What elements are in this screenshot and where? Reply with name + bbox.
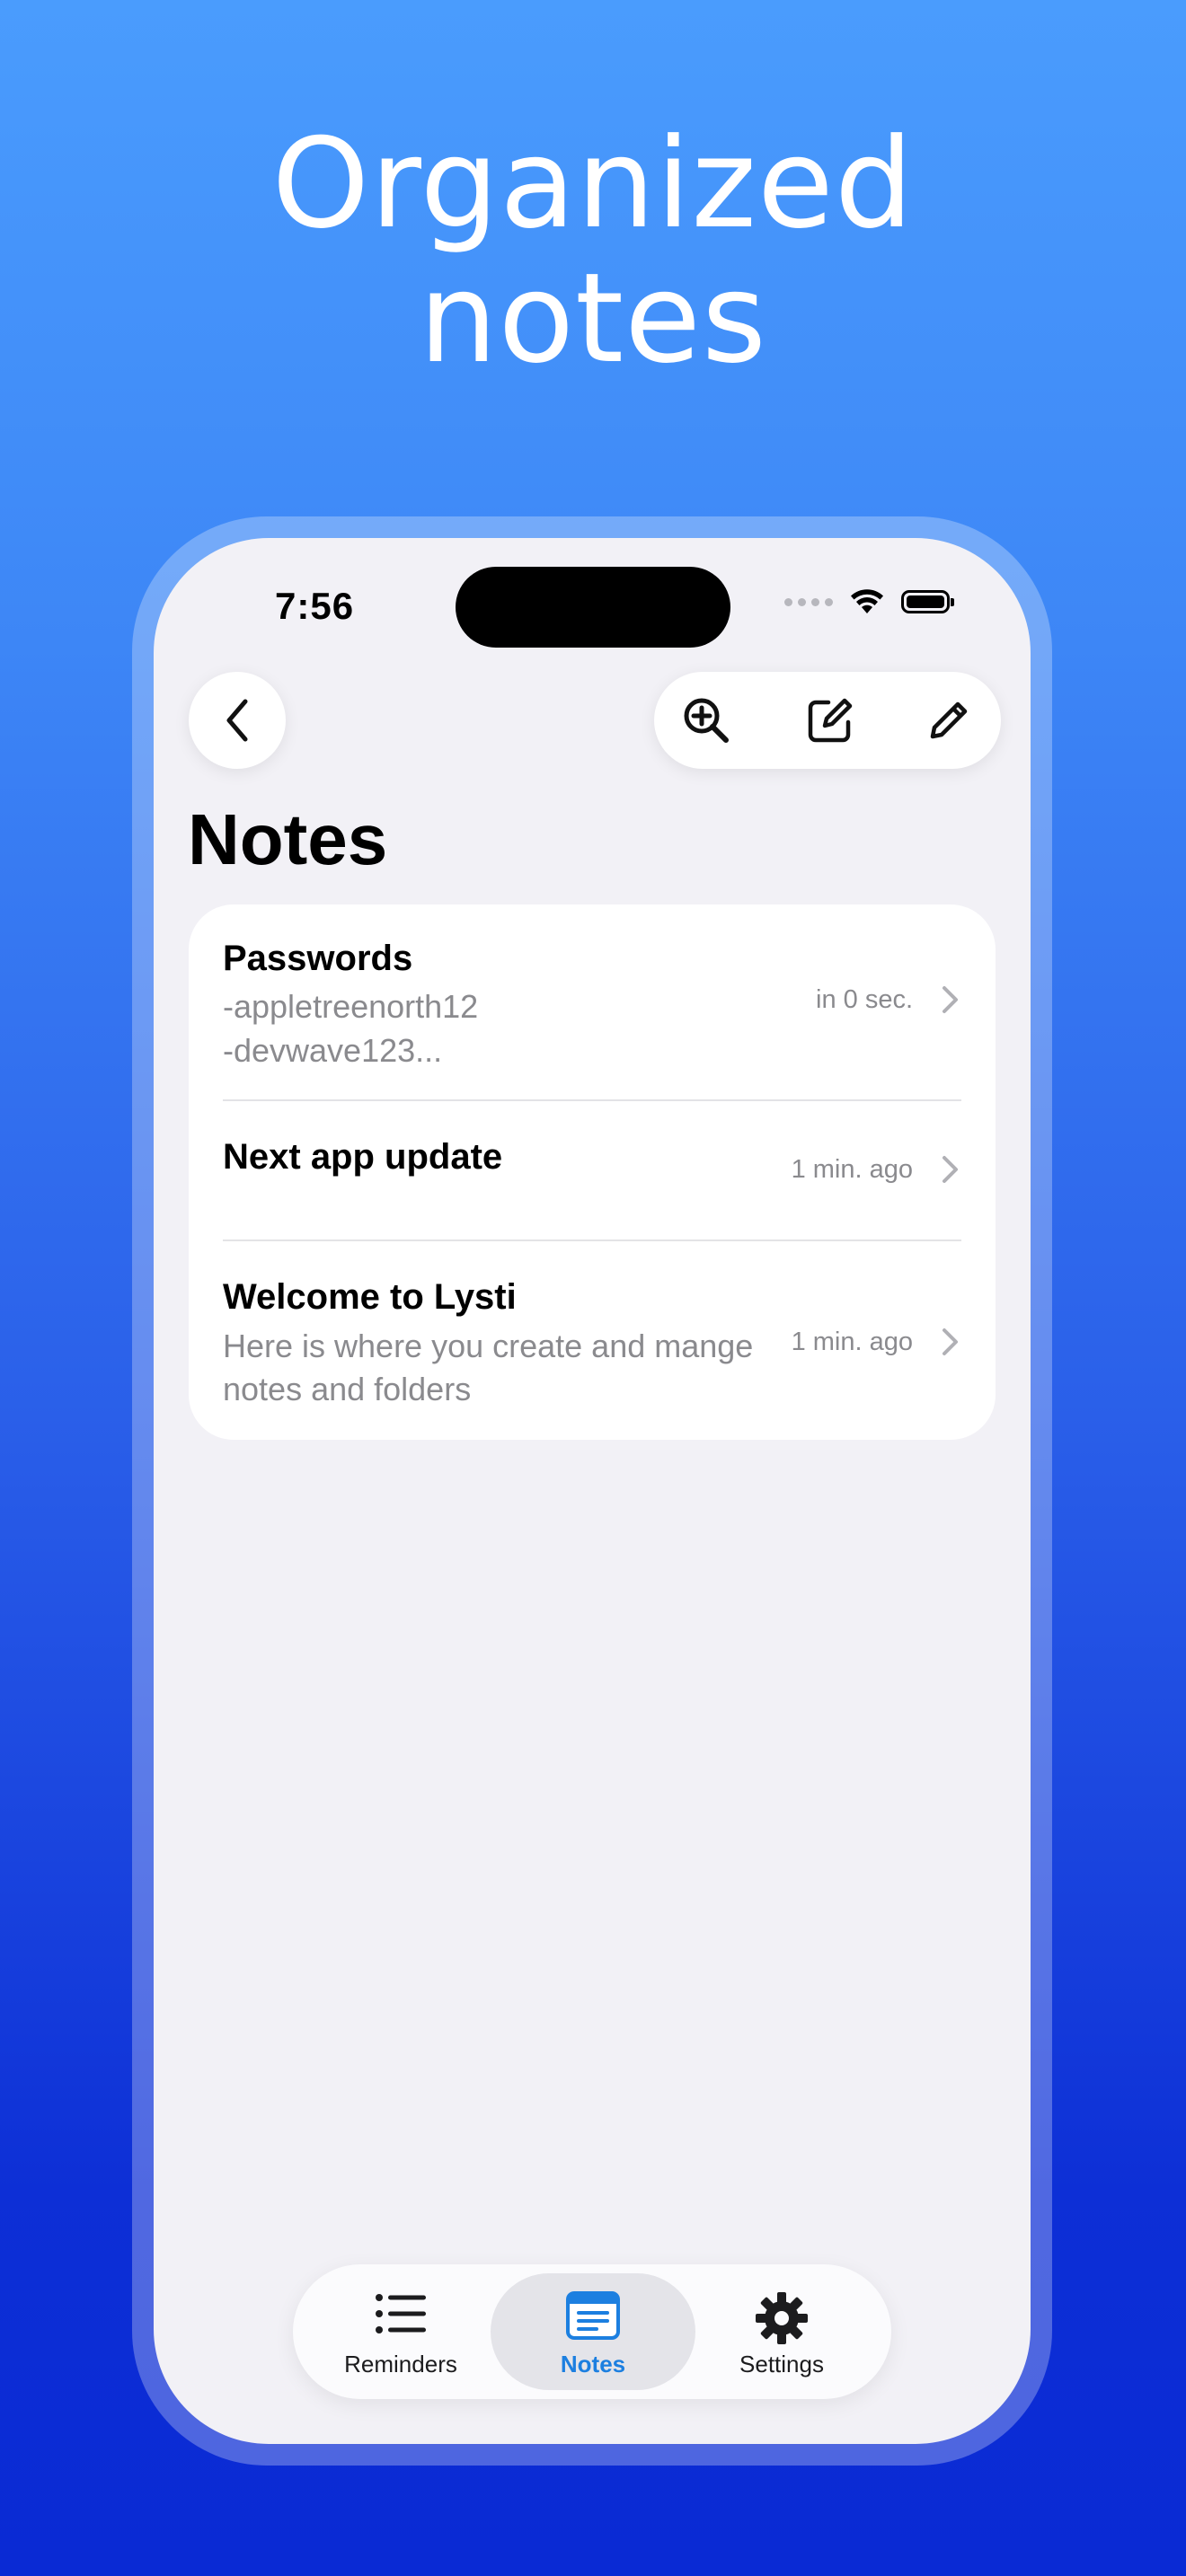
marketing-headline: Organized notes xyxy=(0,117,1186,386)
chevron-right-icon xyxy=(943,986,958,1013)
note-row[interactable]: Next app update 1 min. ago xyxy=(189,1101,996,1241)
back-button[interactable] xyxy=(189,672,286,769)
tab-label: Notes xyxy=(560,2351,626,2378)
edit-button[interactable] xyxy=(913,672,985,769)
note-timestamp: in 0 sec. xyxy=(816,985,913,1014)
headline-line-2: notes xyxy=(419,246,767,391)
battery-icon xyxy=(901,590,954,613)
tab-reminders[interactable]: Reminders xyxy=(311,2264,491,2399)
note-preview-line: Here is where you create and mange xyxy=(223,1328,754,1364)
phone-screen: 7:56 Notes Passwords -appletreenorth12 -… xyxy=(154,538,1031,2444)
status-icons xyxy=(784,588,954,615)
zoom-in-icon xyxy=(684,698,729,743)
tab-bar: Reminders Notes Settings xyxy=(293,2264,891,2399)
note-timestamp: 1 min. ago xyxy=(791,1328,913,1356)
status-time: 7:56 xyxy=(275,585,355,627)
note-row[interactable]: Welcome to Lysti Here is where you creat… xyxy=(189,1241,996,1440)
list-icon xyxy=(376,2294,426,2333)
note-row[interactable]: Passwords -appletreenorth12 -devwave123.… xyxy=(189,904,996,1100)
compose-icon xyxy=(808,698,853,743)
wifi-icon xyxy=(851,589,883,613)
notes-icon xyxy=(566,2291,620,2340)
page-title: Notes xyxy=(188,799,388,879)
note-title: Next app update xyxy=(223,1137,503,1177)
chevron-right-icon xyxy=(943,1156,958,1183)
chevron-right-icon xyxy=(943,1328,958,1355)
tab-notes[interactable]: Notes xyxy=(503,2264,683,2399)
tab-label: Settings xyxy=(739,2351,824,2378)
gear-icon xyxy=(756,2292,808,2344)
chevron-left-icon xyxy=(226,699,248,742)
compose-button[interactable] xyxy=(794,672,866,769)
notes-list: Passwords -appletreenorth12 -devwave123.… xyxy=(189,904,996,1440)
note-preview-line: -devwave123... xyxy=(223,1032,443,1069)
note-preview-line: -appletreenorth12 xyxy=(223,988,479,1025)
tab-settings[interactable]: Settings xyxy=(692,2264,872,2399)
note-title: Passwords xyxy=(223,939,413,978)
pencil-icon xyxy=(930,701,968,739)
headline-line-1: Organized xyxy=(271,111,915,256)
note-preview-line: notes and folders xyxy=(223,1371,472,1407)
signal-icon xyxy=(784,597,833,606)
zoom-button[interactable] xyxy=(670,672,742,769)
dynamic-island xyxy=(456,567,730,648)
note-timestamp: 1 min. ago xyxy=(791,1155,913,1184)
toolbar-actions xyxy=(654,672,1001,769)
note-title: Welcome to Lysti xyxy=(223,1277,517,1317)
tab-label: Reminders xyxy=(344,2351,457,2378)
